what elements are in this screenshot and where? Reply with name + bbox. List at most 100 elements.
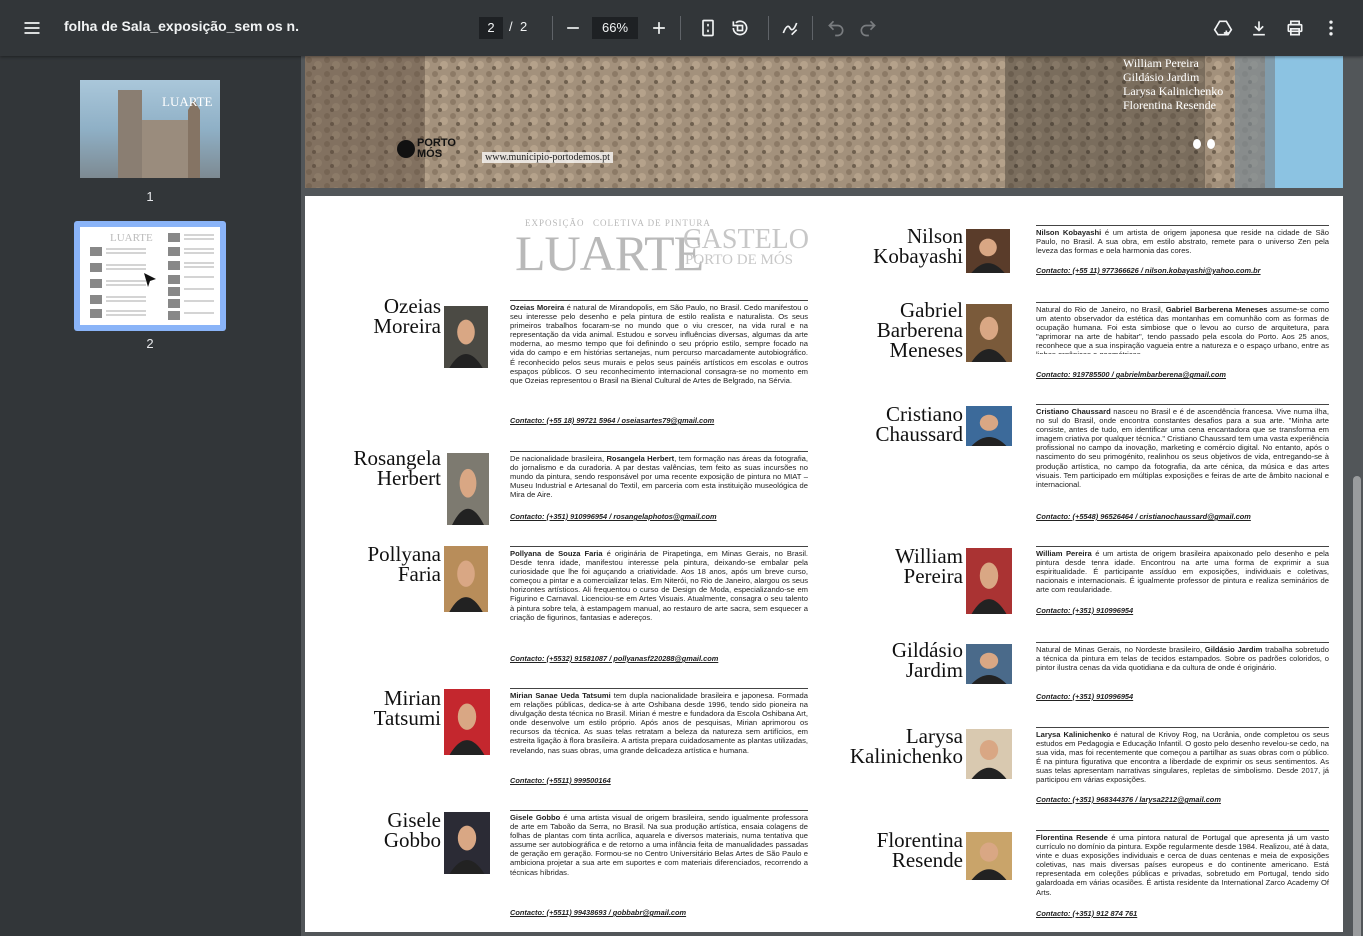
artist-bio: Natural de Minas Gerais, no Nordeste bra…: [1036, 642, 1329, 678]
bio-text: é natural de Mirandopolis, em São Paulo,…: [510, 303, 808, 385]
thumbnail-page-2[interactable]: LUARTE: [80, 227, 220, 325]
artist-photo: [966, 229, 1010, 273]
annotate-icon[interactable]: [774, 12, 806, 44]
artist-name-line: Tatsumi: [373, 706, 441, 730]
artist-bio: Ozeias Moreira é natural de Mirandopolis…: [510, 300, 808, 412]
artist-name: Gildásio Jardim: [1123, 70, 1200, 84]
artist-name: Cristiano Chaussard: [845, 402, 964, 446]
zoom-in-icon[interactable]: [643, 12, 675, 44]
thumbnail-sidebar: LUARTE 1 LUARTE 2: [0, 56, 301, 936]
undo-icon[interactable]: [820, 12, 852, 44]
artist-name: Larysa Kalinichenko: [1123, 84, 1224, 98]
artist-name: Florentina Resende: [1123, 98, 1216, 112]
artist-photo: [966, 832, 1012, 880]
artist-name: Larysa Kalinichenko: [845, 724, 963, 768]
print-icon[interactable]: [1279, 12, 1311, 44]
artist-contact: Contacto: (+5548) 96526464 / cristianoch…: [1036, 512, 1251, 521]
artist-bio: Pollyana de Souza Faria é originária de …: [510, 546, 808, 638]
artist-photo: [444, 306, 488, 368]
artist-name-line: Nilson: [906, 224, 963, 248]
divider: [680, 16, 681, 40]
more-options-icon[interactable]: [1315, 12, 1347, 44]
thumbnail-page-1[interactable]: LUARTE: [80, 80, 220, 178]
bio-text: é uma pintora natural de Portugal que ap…: [1036, 833, 1329, 896]
artist-name-line: Herbert: [376, 466, 441, 490]
zoom-input[interactable]: 66%: [592, 17, 638, 39]
fit-page-icon[interactable]: [692, 12, 724, 44]
artist-name-line: Rosangela: [353, 446, 441, 470]
divider: [768, 16, 769, 40]
artist-name: Nilson Kobayashi: [845, 224, 963, 268]
artist-name: Mirian Tatsumi: [345, 688, 441, 730]
bio-text: é originária de Pirapetinga, em Minas Ge…: [510, 549, 808, 622]
artist-name-line: Cristiano: [886, 402, 963, 426]
artist-name: Pollyana Faria: [345, 542, 442, 585]
artist-full-name: Gildásio Jardim: [1204, 645, 1263, 654]
rotate-icon[interactable]: [724, 12, 756, 44]
zoom-out-icon[interactable]: [557, 12, 589, 44]
bio-text: é natural de Krivoy Rog, na Ucrânia, ond…: [1036, 730, 1329, 785]
svg-text:LUARTE: LUARTE: [110, 232, 153, 244]
castle-thumbnail-image: LUARTE: [118, 90, 213, 178]
pdf-toolbar: folha de Sala_exposição_sem os n. 2 / 2 …: [0, 0, 1363, 56]
artist-full-name: Mirian Sanae Ueda Tatsumi: [510, 691, 611, 700]
artist-contact: Contacto: (+55 18) 99721 5964 / oseiasar…: [510, 416, 715, 425]
artist-name-line: Gabriel: [900, 298, 963, 322]
artist-name: Ozeias Moreira: [345, 294, 441, 337]
artist-name-line: Kobayashi: [873, 244, 963, 268]
luarte-logo: EXPOSIÇÃO COLETIVA DE PINTURA LUARTE CAS…: [515, 218, 809, 281]
artist-name-line: William: [895, 544, 963, 568]
bio-text: Natural do Rio de Janeiro, no Brasil,: [1036, 305, 1166, 314]
artist-photo: [966, 644, 1012, 684]
artist-name-line: Resende: [891, 848, 963, 872]
artist-contact: Contacto: (+351) 910996954: [1036, 692, 1134, 701]
thumbnail-number: 1: [146, 189, 154, 204]
page1-artist-names: William Pereira Gildásio Jardim Larysa K…: [1123, 56, 1223, 112]
vertical-scrollbar[interactable]: [1353, 476, 1361, 936]
page-number-input[interactable]: 2: [479, 17, 503, 39]
page-2-thumbnail-image: LUARTE: [90, 232, 214, 320]
artist-name-line: Pollyana: [367, 542, 442, 566]
artist-full-name: Pollyana de Souza Faria: [510, 549, 603, 558]
thumbnail-number: 2: [146, 336, 154, 351]
artist-name-line: Ozeias: [383, 294, 441, 318]
artist-photo: [966, 729, 1012, 779]
artist-contact: Contacto: (+351) 968344376 / larysa2212@…: [1036, 795, 1221, 804]
artist-contact: Contacto: (+5511) 999500164: [510, 776, 611, 785]
document-viewer: William Pereira Gildásio Jardim Larysa K…: [301, 56, 1363, 936]
menu-icon[interactable]: [16, 12, 48, 44]
artist-photo: [447, 453, 489, 525]
artist-name-line: Larysa: [905, 724, 963, 748]
artist-name: William Pereira: [1123, 56, 1199, 70]
artist-name-line: Chaussard: [875, 422, 964, 446]
municipality-url: www.municipio-portodemos.pt: [482, 152, 613, 163]
artist-name: Gisele Gobbo: [345, 810, 441, 851]
drive-upload-icon[interactable]: [1207, 12, 1239, 44]
artist-full-name: William Pereira: [1036, 549, 1092, 558]
artist-contact: Contacto: (+351) 910996954: [1036, 606, 1134, 615]
artist-photo: [966, 304, 1012, 362]
download-icon[interactable]: [1243, 12, 1275, 44]
bio-text: nasceu no Brasil e é de ascendência fran…: [1036, 407, 1329, 489]
artist-bio: Gisele Gobbo é uma artista visual de ori…: [510, 810, 808, 896]
page-separator: /: [509, 19, 513, 34]
bio-text: tem dupla nacionalidade brasileira e jap…: [510, 691, 808, 755]
redo-icon[interactable]: [852, 12, 884, 44]
artist-photo: [966, 406, 1012, 446]
artist-name-line: Pereira: [903, 564, 963, 588]
artist-name: William Pereira: [845, 544, 963, 588]
artist-photo: [444, 546, 488, 612]
artist-photo: [966, 548, 1012, 614]
artist-contact: Contacto: (+55 11) 977366626 / nilson.ko…: [1036, 266, 1261, 275]
artist-photo: [444, 689, 490, 755]
artist-full-name: Cristiano Chaussard: [1036, 407, 1111, 416]
artist-full-name: Gabriel Barberena Meneses: [1165, 305, 1268, 314]
document-title: folha de Sala_exposição_sem os n.: [64, 18, 299, 34]
artist-name-line: Jardim: [905, 658, 963, 682]
artist-name-line: Kalinichenko: [849, 744, 963, 768]
divider: [552, 16, 553, 40]
artist-contact: Contacto: (+351) 912 874 761: [1036, 909, 1138, 918]
svg-text:LUARTE: LUARTE: [162, 94, 213, 109]
artist-bio: Florentina Resende é uma pintora natural…: [1036, 830, 1329, 896]
artist-contact: Contacto: (+5532) 91581087 / pollyanasf2…: [510, 654, 719, 663]
